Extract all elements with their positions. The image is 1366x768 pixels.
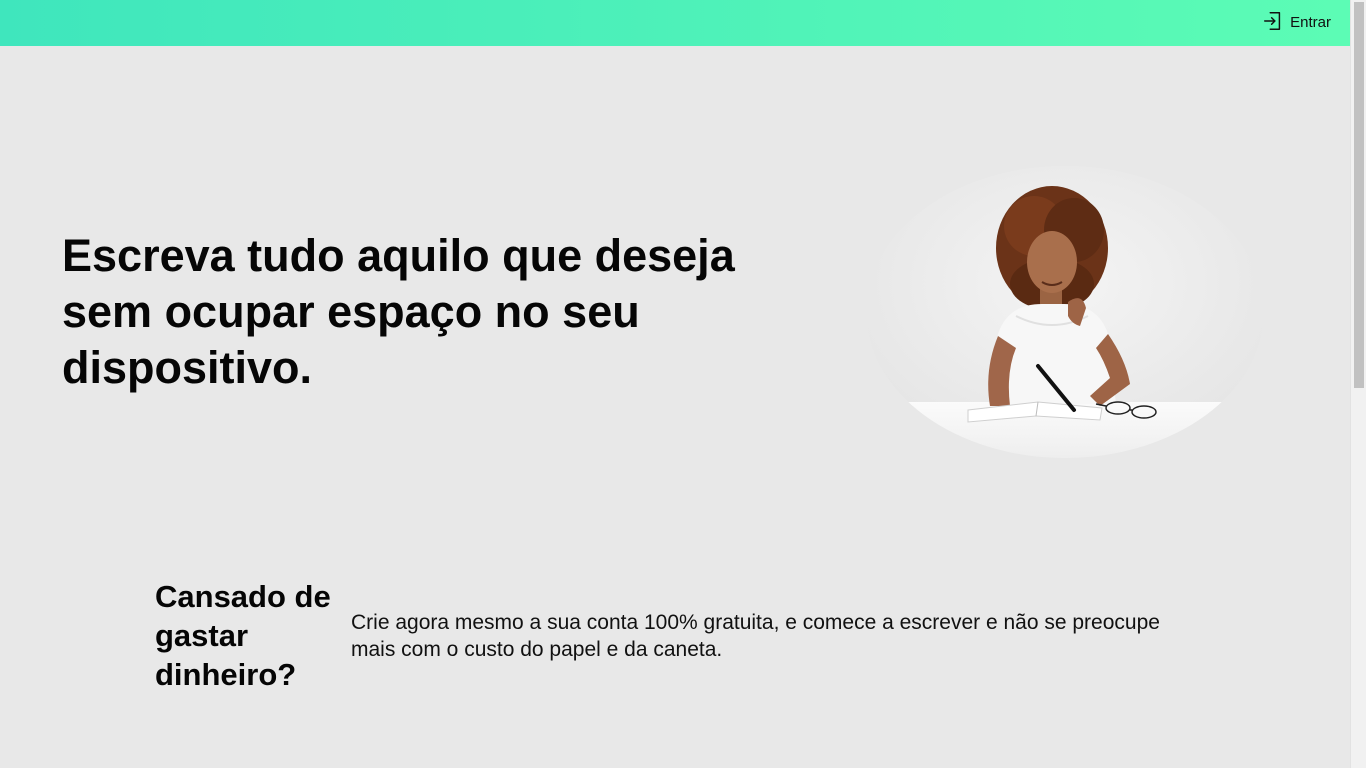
login-icon [1262,10,1284,32]
section-heading: Cansado de gastar dinheiro? [155,579,331,692]
login-button[interactable]: Entrar [1262,10,1331,32]
login-label: Entrar [1290,14,1331,31]
woman-writing-image [866,166,1264,458]
scrollbar-thumb[interactable] [1354,2,1364,388]
landing-page: Entrar Escreva tudo aquilo que deseja se… [0,0,1350,768]
hero-title: Escreva tudo aquilo que deseja sem ocupa… [62,230,735,393]
top-navbar: Entrar [0,0,1350,46]
hero-illustration [866,166,1264,458]
vertical-scrollbar[interactable] [1350,0,1366,768]
section-description: Crie agora mesmo a sua conta 100% gratui… [351,611,1160,661]
